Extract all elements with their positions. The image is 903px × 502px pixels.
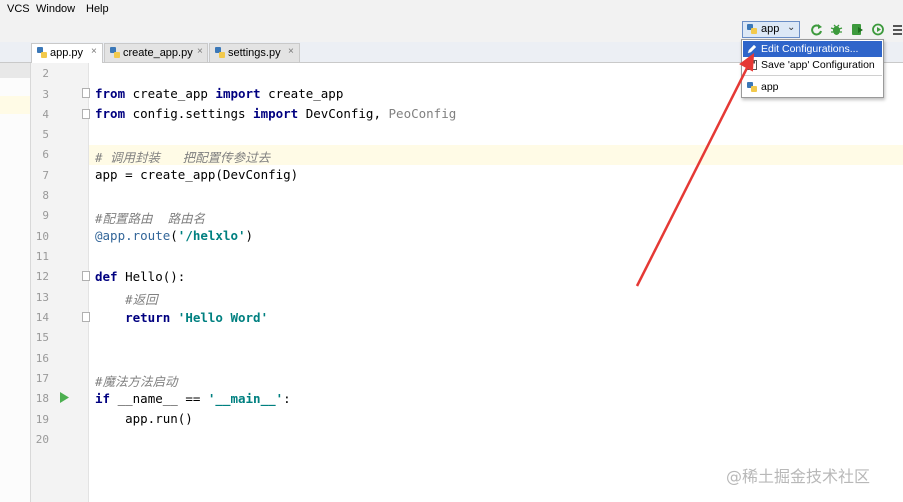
annotation-arrow	[635, 52, 755, 287]
watermark: @稀土掘金技术社区	[726, 467, 871, 486]
